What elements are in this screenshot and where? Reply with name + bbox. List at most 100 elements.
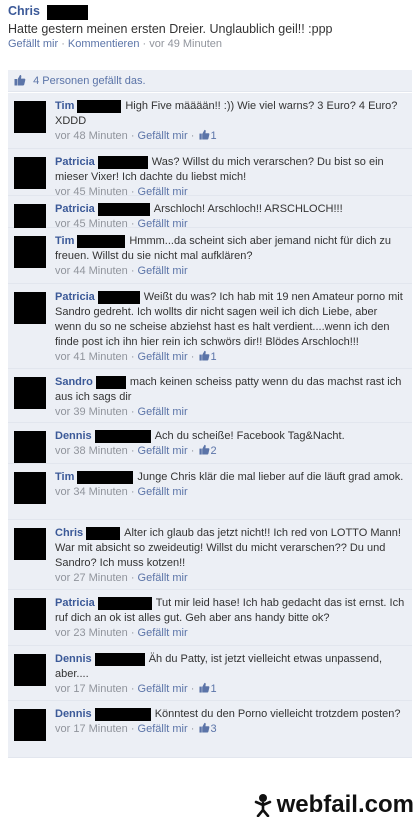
comment-text: Arschloch! Arschloch!! ARSCHLOCH!!!	[153, 203, 343, 215]
avatar[interactable]	[14, 654, 46, 686]
comment-timestamp[interactable]: vor 23 Minuten	[55, 627, 128, 639]
comment-like-link[interactable]: Gefällt mir	[138, 683, 188, 695]
comment-item: Sandro mach keinen scheiss patty wenn du …	[8, 369, 412, 423]
comment-body: Patricia Was? Willst du mich verarschen? …	[55, 155, 406, 200]
redaction-bar	[97, 290, 140, 304]
comment-like-count[interactable]: 1	[210, 683, 216, 695]
comment-item: Chris Alter ich glaub das jetzt nicht!! I…	[8, 520, 412, 590]
post-comment-link[interactable]: Kommentieren	[68, 38, 140, 50]
comment-meta: vor 44 Minuten · Gefällt mir	[55, 265, 188, 277]
thumbs-up-icon	[199, 444, 210, 455]
avatar[interactable]	[14, 472, 46, 504]
comment-timestamp[interactable]: vor 17 Minuten	[55, 683, 128, 695]
comment-item: Dennis Äh du Patty, ist jetzt vielleicht …	[8, 646, 412, 701]
thumbs-up-icon	[199, 682, 210, 693]
comment-author[interactable]: Patricia	[55, 597, 95, 609]
redaction-bar	[94, 652, 145, 666]
comments-list: Tim High Five määään!! :)) Wie viel warns…	[8, 93, 412, 758]
comment-body: Patricia Weißt du was? Ich hab mit 19 nen…	[55, 290, 406, 365]
comment-like-link[interactable]: Gefällt mir	[138, 486, 188, 498]
comment-author[interactable]: Dennis	[55, 708, 92, 720]
comment-like-link[interactable]: Gefällt mir	[138, 572, 188, 584]
comment-timestamp[interactable]: vor 17 Minuten	[55, 723, 128, 735]
comment-timestamp[interactable]: vor 48 Minuten	[55, 130, 128, 142]
likes-bar: 4 Personen gefällt das.	[8, 70, 412, 92]
comment-like-count[interactable]: 2	[210, 445, 216, 457]
avatar[interactable]	[14, 236, 46, 268]
comment-author[interactable]: Tim	[55, 471, 74, 483]
comment-item: Dennis Könntest du den Porno vielleicht t…	[8, 701, 412, 758]
post-author[interactable]: Chris	[8, 4, 40, 18]
comment-like-count[interactable]: 1	[210, 351, 216, 363]
avatar[interactable]	[14, 157, 46, 189]
comment-author[interactable]: Patricia	[55, 291, 95, 303]
avatar[interactable]	[14, 598, 46, 630]
comment-author[interactable]: Tim	[55, 100, 74, 112]
comment-like-link[interactable]: Gefällt mir	[138, 406, 188, 418]
comment-meta: vor 48 Minuten · Gefällt mir · 1	[55, 129, 217, 142]
comment-author[interactable]: Patricia	[55, 203, 95, 215]
comment-timestamp[interactable]: vor 27 Minuten	[55, 572, 128, 584]
comment-item: Tim High Five määään!! :)) Wie viel warns…	[8, 93, 412, 149]
comment-author[interactable]: Chris	[55, 527, 83, 539]
redaction-bar	[94, 429, 151, 443]
comment-body: Tim Hmmm...da scheint sich aber jemand ni…	[55, 234, 406, 279]
avatar[interactable]	[14, 292, 46, 324]
likes-text[interactable]: 4 Personen gefällt das.	[33, 75, 146, 87]
redaction-bar	[86, 526, 121, 540]
comment-author[interactable]: Tim	[55, 235, 74, 247]
comment-like-count[interactable]: 3	[210, 723, 216, 735]
thumbs-up-icon	[14, 74, 26, 86]
thumbs-up-icon	[199, 350, 210, 361]
comment-timestamp[interactable]: vor 34 Minuten	[55, 486, 128, 498]
watermark-text: webfail.com	[276, 791, 414, 818]
comment-meta: vor 39 Minuten · Gefällt mir	[55, 406, 188, 418]
comment-like-link[interactable]: Gefällt mir	[138, 351, 188, 363]
comment-item: Dennis Ach du scheiße! Facebook Tag&Nacht…	[8, 423, 412, 464]
comment-item: Patricia Weißt du was? Ich hab mit 19 nen…	[8, 284, 412, 369]
comment-meta: vor 23 Minuten · Gefällt mir	[55, 627, 188, 639]
redaction-bar	[77, 99, 122, 113]
comment-timestamp[interactable]: vor 38 Minuten	[55, 445, 128, 457]
avatar[interactable]	[14, 528, 46, 560]
comment-text: Könntest du den Porno vielleicht trotzde…	[154, 708, 401, 720]
redaction-bar	[97, 155, 148, 169]
comment-like-link[interactable]: Gefällt mir	[138, 627, 188, 639]
post-like-link[interactable]: Gefällt mir	[8, 38, 58, 50]
thumbs-up-icon	[199, 129, 210, 140]
comment-meta: vor 41 Minuten · Gefällt mir · 1	[55, 350, 217, 363]
avatar[interactable]	[14, 377, 46, 409]
redaction-bar	[95, 375, 126, 389]
comment-timestamp[interactable]: vor 41 Minuten	[55, 351, 128, 363]
avatar[interactable]	[14, 709, 46, 741]
comment-meta: vor 34 Minuten · Gefällt mir	[55, 486, 188, 498]
webfail-watermark: webfail.com	[251, 791, 414, 818]
comment-body: Dennis Könntest du den Porno vielleicht t…	[55, 707, 406, 737]
comment-meta: vor 17 Minuten · Gefällt mir · 1	[55, 682, 217, 695]
comment-author[interactable]: Dennis	[55, 430, 92, 442]
post-text: Hatte gestern meinen ersten Dreier. Ungl…	[8, 21, 333, 36]
post-meta: Gefällt mir · Kommentieren · vor 49 Minu…	[8, 38, 412, 50]
comment-like-link[interactable]: Gefällt mir	[138, 445, 188, 457]
redaction-bar	[77, 470, 134, 484]
post-timestamp[interactable]: vor 49 Minuten	[149, 38, 222, 50]
comment-body: Patricia Tut mir leid hase! Ich hab gedac…	[55, 596, 406, 641]
avatar[interactable]	[14, 101, 46, 133]
comment-author[interactable]: Dennis	[55, 653, 92, 665]
comment-body: Dennis Äh du Patty, ist jetzt vielleicht …	[55, 652, 406, 697]
comment-like-count[interactable]: 1	[210, 130, 216, 142]
comment-item: Tim Junge Chris klär die mal lieber auf d…	[8, 464, 412, 520]
comment-author[interactable]: Patricia	[55, 156, 95, 168]
comment-timestamp[interactable]: vor 39 Minuten	[55, 406, 128, 418]
comment-like-link[interactable]: Gefällt mir	[138, 723, 188, 735]
avatar[interactable]	[14, 431, 46, 463]
comment-like-link[interactable]: Gefällt mir	[138, 130, 188, 142]
comment-meta: vor 17 Minuten · Gefällt mir · 3	[55, 722, 217, 735]
separator: ·	[142, 37, 147, 50]
comment-like-link[interactable]: Gefällt mir	[138, 265, 188, 277]
comment-body: Sandro mach keinen scheiss patty wenn du …	[55, 375, 406, 420]
comment-author[interactable]: Sandro	[55, 376, 93, 388]
comment-timestamp[interactable]: vor 44 Minuten	[55, 265, 128, 277]
thumbs-up-icon	[199, 722, 210, 733]
comment-body: Tim Junge Chris klär die mal lieber auf d…	[55, 470, 406, 500]
